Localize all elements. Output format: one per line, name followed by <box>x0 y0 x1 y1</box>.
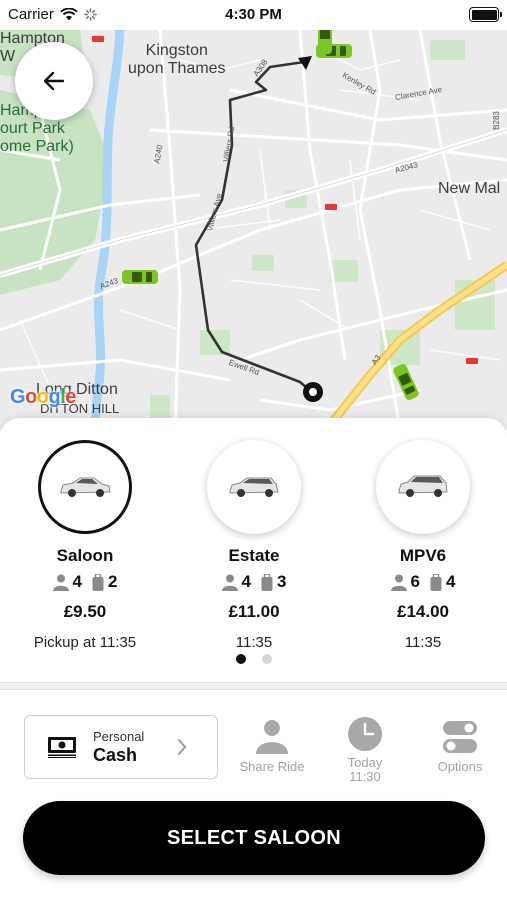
passenger-icon <box>390 574 407 591</box>
vehicle-capacity: 6 4 <box>338 572 507 592</box>
vehicle-price: £11.00 <box>228 602 280 621</box>
cash-icon <box>47 736 77 758</box>
passenger-count: 6 <box>410 572 420 591</box>
vehicle-options: Saloon 4 2 £9.50 Pickup at 11:35 Estate <box>0 440 507 651</box>
google-logo: Google <box>10 386 76 408</box>
vehicle-capacity: 4 3 <box>169 572 339 592</box>
bag-count: 2 <box>108 572 118 591</box>
bag-count: 4 <box>446 572 456 591</box>
vehicle-option-mpv6[interactable]: MPV6 6 4 £14.00 11:35 <box>338 440 507 651</box>
car-marker <box>318 30 332 54</box>
share-ride-button[interactable]: Share Ride <box>227 714 317 774</box>
toggle-icon <box>443 721 477 753</box>
passenger-icon <box>52 574 69 591</box>
car-marker <box>122 270 158 284</box>
schedule-button[interactable]: Today 11:30 <box>320 712 410 783</box>
luggage-icon <box>92 573 104 591</box>
vehicle-image-circle <box>376 440 470 534</box>
battery-icon <box>469 7 502 22</box>
chevron-right-icon <box>178 739 187 755</box>
booking-sheet: Saloon 4 2 £9.50 Pickup at 11:35 Estate <box>0 418 507 900</box>
options-label: Options <box>437 759 483 774</box>
vehicle-name: Estate <box>228 546 280 565</box>
map-label-kingston: Kingston upon Thames <box>128 42 226 77</box>
luggage-icon <box>261 573 273 591</box>
pickup-time: Pickup at 11:35 <box>33 634 137 651</box>
estate-car-icon <box>229 477 279 497</box>
schedule-day-label: Today <box>347 755 383 770</box>
options-button[interactable]: Options <box>415 714 505 774</box>
payment-type: Personal <box>93 728 145 744</box>
passenger-icon <box>221 574 238 591</box>
passenger-count: 4 <box>72 572 82 591</box>
vehicle-name: Saloon <box>56 546 114 565</box>
arrow-left-icon <box>43 71 65 91</box>
back-button[interactable] <box>15 42 93 120</box>
vehicle-capacity: 4 2 <box>0 572 170 592</box>
payment-method-selector[interactable]: Personal Cash <box>24 715 218 779</box>
vehicle-name: MPV6 <box>399 546 447 565</box>
saloon-car-icon <box>60 477 111 497</box>
pickup-time: 11:35 <box>404 634 442 651</box>
vehicle-option-saloon[interactable]: Saloon 4 2 £9.50 Pickup at 11:35 <box>0 440 170 651</box>
page-dot[interactable] <box>261 654 272 664</box>
bag-count: 3 <box>277 572 287 591</box>
vehicle-price: £9.50 <box>63 602 107 621</box>
map-label-new-malden: New Mal <box>438 180 501 197</box>
vehicle-price: £14.00 <box>397 602 449 621</box>
mpv-car-icon <box>398 475 448 497</box>
page-dot-active[interactable] <box>235 654 246 664</box>
person-icon <box>256 720 288 754</box>
section-divider <box>0 682 507 690</box>
share-ride-label: Share Ride <box>239 759 305 774</box>
passenger-count: 4 <box>241 572 251 591</box>
page-indicator[interactable] <box>0 654 507 664</box>
vehicle-image-circle <box>38 440 132 534</box>
map-label-b283: B283 <box>491 111 501 130</box>
vehicle-option-estate[interactable]: Estate 4 3 £11.00 11:35 <box>169 440 339 651</box>
luggage-icon <box>430 573 442 591</box>
select-vehicle-button[interactable]: SELECT SALOON <box>23 801 485 875</box>
clock-icon <box>348 717 382 751</box>
pickup-time: 11:35 <box>235 634 273 651</box>
schedule-time-label: 11:30 <box>349 768 381 784</box>
payment-method: Cash <box>93 744 138 765</box>
status-time: 4:30 PM <box>225 6 282 23</box>
vehicle-image-circle <box>207 440 301 534</box>
status-bar: Carrier 4:30 PM <box>0 0 507 30</box>
